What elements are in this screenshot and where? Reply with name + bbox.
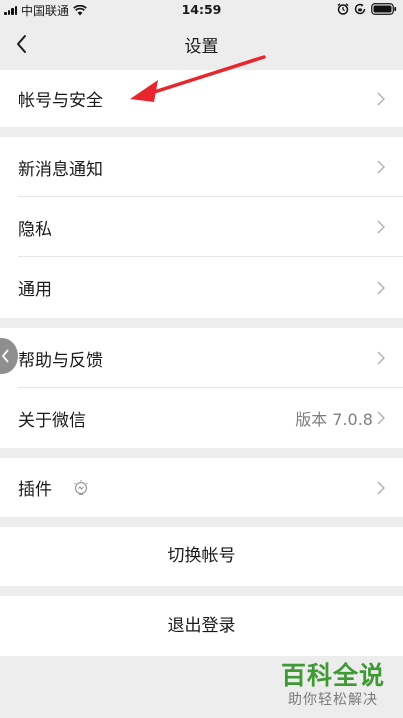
- chevron-right-icon: [377, 411, 385, 425]
- chevron-right-icon: [377, 160, 385, 174]
- privacy-label: 隐私: [18, 219, 52, 240]
- about-wechat-item[interactable]: 关于微信 版本 7.0.8: [0, 388, 403, 448]
- switch-account-button[interactable]: 切换帐号: [0, 527, 403, 586]
- general-item[interactable]: 通用: [0, 257, 403, 318]
- chevron-right-icon: [377, 91, 385, 106]
- rotation-lock-icon: [354, 3, 366, 15]
- privacy-item[interactable]: 隐私: [0, 197, 403, 257]
- nav-bar: 设置: [0, 20, 403, 68]
- chevron-right-icon: [377, 280, 385, 295]
- chevron-left-icon: [2, 349, 9, 363]
- page-title: 设置: [184, 37, 219, 57]
- battery-icon: [371, 3, 397, 15]
- logout-button[interactable]: 退出登录: [0, 596, 403, 656]
- watermark-subtitle: 助你轻松解决: [288, 692, 378, 708]
- account-security-label: 帐号与安全: [18, 91, 103, 111]
- watermark-title: 百科全说: [280, 661, 385, 690]
- watermark-logo: 百科全说 助你轻松解决: [271, 656, 395, 714]
- status-right: [337, 3, 397, 15]
- plugins-label: 插件: [18, 480, 52, 500]
- help-feedback-label: 帮助与反馈: [18, 350, 103, 371]
- new-message-notify-item[interactable]: 新消息通知: [0, 137, 403, 197]
- account-security-item[interactable]: 帐号与安全: [0, 70, 403, 127]
- status-bar: 中国联通 14:59: [0, 0, 403, 20]
- chevron-right-icon: [377, 351, 385, 365]
- about-wechat-label: 关于微信: [18, 410, 86, 431]
- chevron-right-icon: [377, 220, 385, 234]
- new-message-notify-label: 新消息通知: [18, 159, 103, 180]
- chevron-right-icon: [377, 480, 385, 495]
- lightbulb-icon: [74, 479, 88, 495]
- alarm-icon: [337, 3, 349, 15]
- version-value: 版本 7.0.8: [295, 410, 373, 429]
- help-feedback-item[interactable]: 帮助与反馈: [0, 328, 403, 388]
- plugins-item[interactable]: 插件: [0, 458, 403, 517]
- general-label: 通用: [18, 280, 52, 300]
